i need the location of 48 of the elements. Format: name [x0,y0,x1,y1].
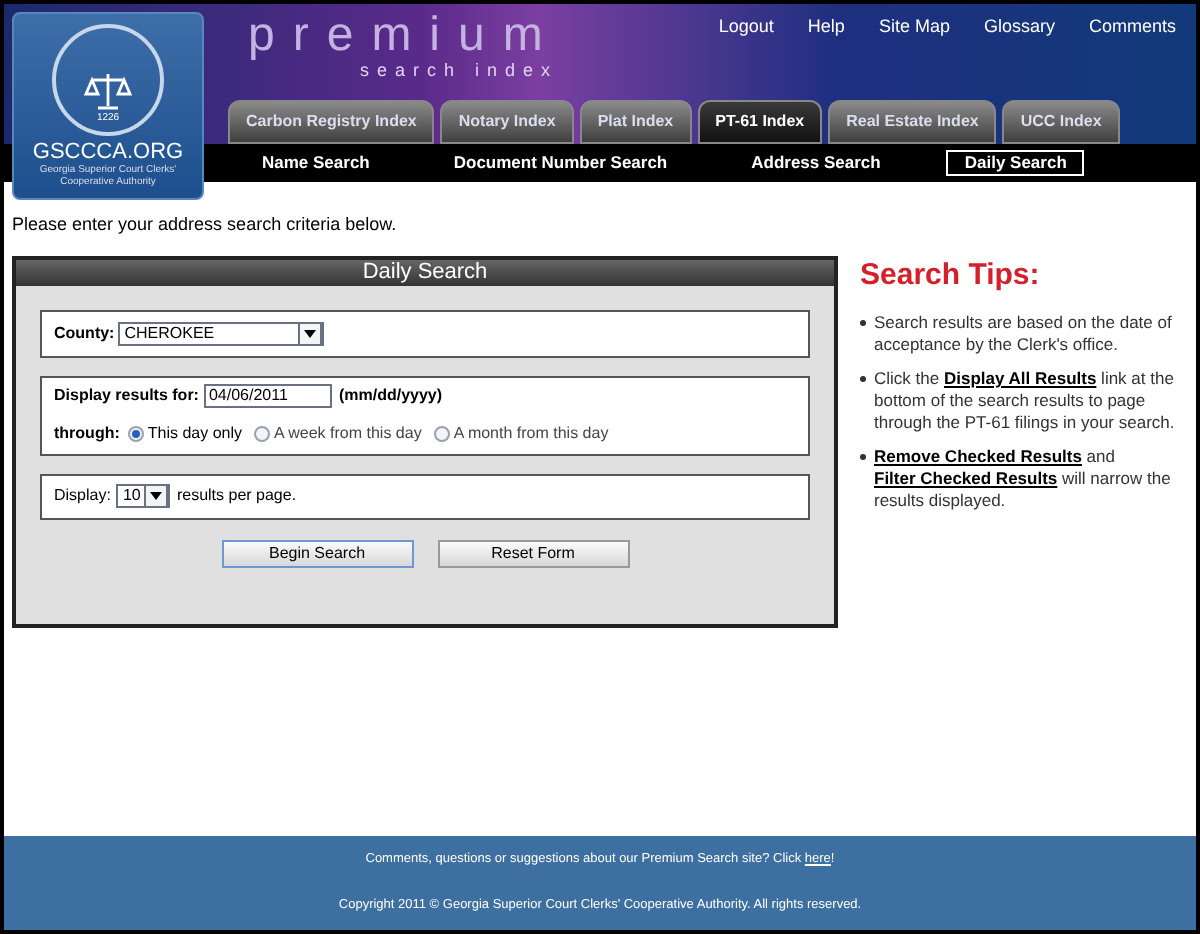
index-tab[interactable]: Carbon Registry Index [228,100,435,144]
index-tab[interactable]: Notary Index [440,100,574,144]
date-field[interactable]: 04/06/2011 [204,384,333,408]
date-format-hint: (mm/dd/yyyy) [338,384,443,408]
tip-text: Search results are based on the date of acceptance by the Clerk's office. [874,312,1174,356]
radio-button[interactable] [254,426,271,442]
form-button[interactable]: Begin Search [221,539,413,567]
radio-button[interactable] [433,426,450,442]
top-link[interactable]: Site Map [878,14,950,41]
tip-text: Click the Display All Results link at the bottom of the search results to page through the PT-61 filings in your search. [874,368,1177,434]
radio-button[interactable] [127,426,144,442]
display-label: Display: [54,484,111,508]
banner-subtitle: search index [360,60,559,80]
top-link[interactable]: Logout [718,14,774,41]
county-label: County: [54,321,115,345]
index-tab[interactable]: PT-61 Index [697,100,823,144]
panel-title: Daily Search [16,259,834,285]
subnav-tab[interactable]: Address Search [733,150,899,176]
bullet-icon [860,320,866,326]
display-suffix: results per page. [176,484,297,508]
tip-link[interactable]: Display All Results [943,368,1097,388]
subnav-tab[interactable]: Name Search [244,150,388,176]
date-label: Display results for: [54,384,199,408]
index-tab[interactable]: Plat Index [579,100,692,144]
bullet-icon [860,454,866,460]
subnav-tab[interactable]: Daily Search [946,150,1085,176]
tip-link[interactable]: Remove Checked Results [874,446,1082,466]
radio-label: This day only [147,422,243,446]
banner-title: premium [248,12,561,60]
tip-link[interactable]: Filter Checked Results [874,468,1058,488]
tips-title: Search Tips: [860,255,1042,295]
logo-title: GSCCCA.ORG [32,140,184,164]
through-label: through: [54,422,120,446]
bullet-icon [860,376,866,382]
top-link[interactable]: Comments [1088,14,1176,41]
index-tab[interactable]: UCC Index [1002,100,1120,144]
radio-label: A month from this day [453,422,609,446]
intro-text: Please enter your address search criteria below. [12,212,399,238]
page-size-select[interactable]: 10 [116,484,171,508]
radio-label: A week from this day [274,422,422,446]
top-link[interactable]: Help [807,14,845,41]
subnav-tab[interactable]: Document Number Search [435,150,686,176]
index-tab[interactable]: Real Estate Index [828,100,997,144]
tip-text: Remove Checked Results and Filter Checked Results will narrow the results displayed. [874,446,1173,512]
county-select[interactable]: CHEROKEE [118,321,325,345]
top-link[interactable]: Glossary [983,14,1055,41]
scales-icon [84,71,132,111]
form-button[interactable]: Reset Form [437,539,629,567]
